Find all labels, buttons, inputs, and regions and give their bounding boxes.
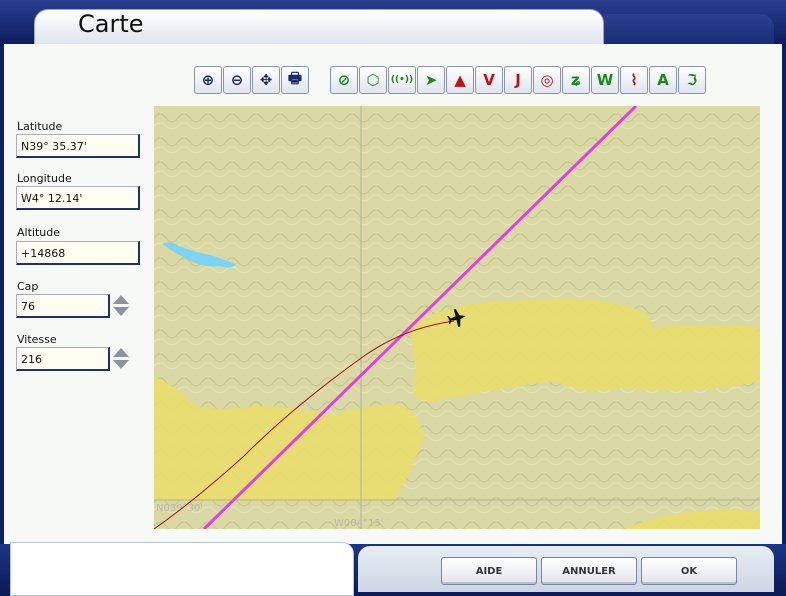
jet-airway-icon: J — [515, 71, 521, 89]
annuler-button[interactable]: ANNULER — [541, 557, 637, 585]
airport-icon: ⊘ — [337, 71, 351, 89]
layer-button-wind[interactable]: W — [591, 66, 619, 94]
vor-icon: ⬡ — [366, 71, 380, 89]
latitude-grid-label: N039°30' — [156, 503, 203, 514]
layer-button-airport[interactable]: ⊘ — [330, 66, 358, 94]
vitesse-decrease-icon[interactable] — [113, 360, 129, 369]
layer-button-vor[interactable]: ⬡ — [359, 66, 387, 94]
layer-button-altitude-label[interactable]: A — [649, 66, 677, 94]
victor-airway-icon: V — [483, 71, 495, 89]
window-title: Carte — [78, 10, 144, 38]
map-window: Carte ⊕ ⊖ ✥ 🖶 ⊘ ⬡ ((•)) ➤ ▲ V J ◎ ʑ W ⌇ A ℑ Latitude… — [0, 0, 786, 596]
print-icon: 🖶 — [287, 68, 303, 87]
ok-button[interactable]: OK — [641, 557, 737, 585]
layer-button-ndb[interactable]: ((•)) — [388, 66, 416, 94]
zoom-out-icon: ⊖ — [230, 71, 244, 89]
latitude-label: Latitude — [17, 120, 63, 133]
layer-button-jet-airway[interactable]: J — [504, 66, 532, 94]
zoom-in-button[interactable]: ⊕ — [194, 66, 222, 94]
route-icon: ʑ — [570, 71, 582, 89]
track-icon: ℑ — [686, 71, 698, 89]
longitude-grid-label: W004°15' — [334, 518, 383, 529]
terrain-icon: ⌇ — [630, 71, 638, 89]
cap-increase-icon[interactable] — [113, 295, 129, 304]
layer-toolbar: ⊘ ⬡ ((•)) ➤ ▲ V J ◎ ʑ W ⌇ A ℑ — [330, 66, 706, 96]
cap-label: Cap — [17, 280, 39, 293]
waypoint-triangle-icon: ▲ — [454, 71, 466, 89]
longitude-field[interactable]: W4° 12.14' — [16, 186, 140, 210]
altitude-label-icon: A — [657, 71, 669, 89]
center-aircraft-icon: ✥ — [259, 71, 273, 89]
cap-field[interactable]: 76 — [16, 294, 110, 318]
center-aircraft-button[interactable]: ✥ — [252, 66, 280, 94]
zoom-toolbar: ⊕ ⊖ ✥ 🖶 — [194, 66, 309, 96]
cap-spinner[interactable] — [112, 294, 130, 318]
vitesse-field[interactable]: 216 — [16, 347, 110, 371]
vitesse-spinner[interactable] — [112, 347, 130, 371]
map-canvas[interactable]: N039°30' W004°15' — [154, 106, 760, 529]
print-button[interactable]: 🖶 — [281, 66, 309, 94]
layer-button-route[interactable]: ʑ — [562, 66, 590, 94]
layer-button-track[interactable]: ℑ — [678, 66, 706, 94]
aide-button[interactable]: AIDE — [441, 557, 537, 585]
layer-button-airspace[interactable]: ◎ — [533, 66, 561, 94]
latitude-field[interactable]: N39° 35.37' — [16, 134, 140, 158]
status-panel — [10, 542, 354, 596]
layer-button-airway[interactable]: ➤ — [417, 66, 445, 94]
wind-icon: W — [596, 71, 614, 89]
layer-button-victor-airway[interactable]: V — [475, 66, 503, 94]
ndb-icon: ((•)) — [390, 75, 414, 85]
zoom-in-icon: ⊕ — [201, 71, 215, 89]
title-bar-right — [604, 14, 774, 46]
altitude-field[interactable]: +14868 — [16, 241, 140, 265]
airspace-icon: ◎ — [540, 71, 554, 89]
zoom-out-button[interactable]: ⊖ — [223, 66, 251, 94]
cap-decrease-icon[interactable] — [113, 307, 129, 316]
map-view[interactable]: N039°30' W004°15' — [154, 106, 760, 529]
layer-button-terrain[interactable]: ⌇ — [620, 66, 648, 94]
airway-icon: ➤ — [424, 71, 438, 89]
layer-button-waypoint-triangle[interactable]: ▲ — [446, 66, 474, 94]
altitude-label: Altitude — [17, 226, 60, 239]
vitesse-label: Vitesse — [17, 333, 57, 346]
longitude-label: Longitude — [17, 172, 72, 185]
vitesse-increase-icon[interactable] — [113, 348, 129, 357]
